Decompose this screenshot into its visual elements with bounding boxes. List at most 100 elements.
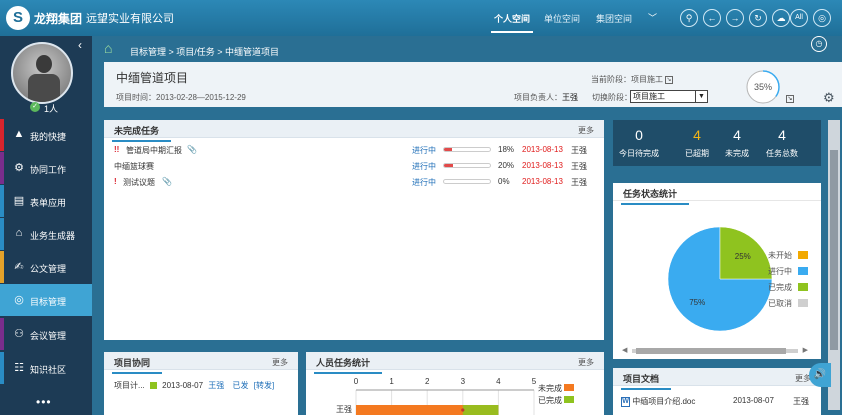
form-icon bbox=[149, 382, 157, 390]
sidebar-collapse-icon[interactable]: ‹ bbox=[78, 38, 82, 52]
help-icon[interactable]: ◎ bbox=[813, 9, 831, 27]
home-icon[interactable]: ⌂ bbox=[104, 40, 120, 56]
expand-icon[interactable]: ↘ bbox=[665, 75, 673, 84]
task-name[interactable]: 管道局中期汇报 bbox=[126, 145, 182, 156]
back-icon[interactable]: ← bbox=[703, 9, 721, 27]
page-title: 中缅管道项目 bbox=[116, 71, 189, 85]
bar-marker bbox=[461, 408, 465, 412]
tab-unit-space[interactable]: 单位空间 bbox=[544, 12, 580, 25]
avatar[interactable] bbox=[11, 42, 73, 104]
tab-more-chevron-icon[interactable]: ﹀ bbox=[648, 11, 657, 24]
task-status: 进行中 bbox=[412, 162, 436, 171]
sidebar: ‹ ✓ 1人 ▲ 我的快捷 ⚙ 协同工作 ▤ 表单应用 ⌂ 业务生成器 ✍ 公文… bbox=[0, 36, 92, 415]
cloud-icon[interactable]: ☁ bbox=[772, 9, 790, 27]
doc-name[interactable]: 中缅项目介绍.doc bbox=[632, 397, 695, 406]
stage-select-value: 项目施工 bbox=[633, 92, 665, 101]
list-item[interactable]: 项目计... 2013-08-07 王强 已发 [转发] bbox=[114, 380, 274, 391]
sidebar-item-label: 我的快捷 bbox=[30, 132, 67, 142]
panel-header: 未完成任务 更多 bbox=[104, 120, 604, 142]
x-tick-label: 4 bbox=[496, 377, 501, 386]
shortcut-icon: ▲ bbox=[13, 128, 25, 140]
attachment-icon[interactable]: 📎 bbox=[162, 177, 172, 186]
stage-select[interactable]: 项目施工 ▼ bbox=[630, 90, 708, 103]
clock-icon[interactable]: ◷ bbox=[811, 36, 827, 52]
panel-header: 任务状态统计 bbox=[613, 183, 821, 205]
x-tick-label: 5 bbox=[532, 377, 537, 386]
person-task-panel: 人员任务统计 更多 0 1 2 3 4 5 王强 未完成 已完成 bbox=[306, 352, 604, 415]
all-icon[interactable]: All bbox=[790, 9, 808, 27]
legend-label: 已完成 bbox=[538, 395, 562, 405]
refresh-icon[interactable]: ↻ bbox=[749, 9, 767, 27]
progress-expand-icon[interactable]: ↘ bbox=[786, 95, 794, 103]
y-category-label: 王强 bbox=[336, 405, 352, 414]
x-tick-label: 2 bbox=[425, 377, 430, 386]
project-leader-label: 项目负责人： bbox=[514, 93, 562, 102]
stat-value: 4 bbox=[778, 127, 786, 143]
legend-swatch-completed bbox=[798, 283, 808, 291]
collab-owner[interactable]: 王强 bbox=[208, 381, 224, 390]
table-row[interactable]: !! 管道局中期汇报 📎 进行中 18% 2013-08-13 王强 bbox=[104, 141, 604, 157]
sidebar-item-goals[interactable]: ◎ 目标管理 bbox=[0, 284, 92, 316]
sidebar-item-knowledge[interactable]: ☷ 知识社区 bbox=[0, 352, 92, 384]
online-count[interactable]: 1人 bbox=[44, 102, 58, 115]
business-icon: ⌂ bbox=[15, 227, 23, 239]
stat-total[interactable]: 4 任务总数 bbox=[756, 126, 808, 159]
forward-link[interactable]: [转发] bbox=[254, 381, 274, 390]
tab-group-space[interactable]: 集团空间 bbox=[596, 12, 632, 25]
horizontal-scrollbar[interactable]: ◀ ▶ bbox=[622, 346, 808, 356]
task-stats: 0 今日待完成 4 已超期 4 未完成 4 任务总数 bbox=[613, 120, 821, 166]
collab-name[interactable]: 项目计... bbox=[114, 381, 145, 390]
project-period-value: 2013-02-28—2015-12-29 bbox=[156, 93, 246, 102]
scroll-right-icon[interactable]: ▶ bbox=[803, 346, 808, 354]
sidebar-more-icon[interactable]: ••• bbox=[36, 395, 52, 409]
sidebar-item-business-builder[interactable]: ⌂ 业务生成器 bbox=[0, 218, 92, 250]
sidebar-item-documents[interactable]: ✍ 公文管理 bbox=[0, 251, 92, 283]
speaker-icon[interactable]: 🔊 bbox=[809, 363, 831, 387]
task-name[interactable]: 测试议题 bbox=[123, 177, 155, 188]
more-link[interactable]: 更多 bbox=[578, 357, 594, 368]
company-name[interactable]: 远望实业有限公司 bbox=[86, 10, 174, 26]
panel-title: 任务状态统计 bbox=[620, 189, 690, 205]
task-date: 2013-08-13 bbox=[522, 177, 563, 186]
legend-swatch-in-progress bbox=[798, 267, 808, 275]
collab-date: 2013-08-07 bbox=[162, 381, 204, 390]
task-name[interactable]: 中缅篮球赛 bbox=[114, 161, 154, 172]
table-row[interactable]: ! 测试议题 📎 进行中 0% 2013-08-13 王强 bbox=[104, 173, 604, 189]
legend-swatch-not-started bbox=[798, 251, 808, 259]
task-owner[interactable]: 王强 bbox=[571, 161, 587, 172]
person-task-chart: 0 1 2 3 4 5 王强 未完成已完成 bbox=[336, 377, 574, 415]
list-item[interactable]: W 中缅项目介绍.doc 2013-08-07 王强 bbox=[621, 396, 809, 407]
breadcrumb-path[interactable]: 目标管理 > 项目/任务 > 中缅管道项目 bbox=[130, 45, 279, 58]
task-status: 进行中 bbox=[412, 146, 436, 155]
task-status-pie: 75% 25% bbox=[667, 226, 773, 332]
more-link[interactable]: 更多 bbox=[272, 357, 288, 368]
sidebar-item-forms[interactable]: ▤ 表单应用 bbox=[0, 185, 92, 217]
scroll-thumb[interactable] bbox=[636, 348, 786, 354]
tab-personal-space[interactable]: 个人空间 bbox=[490, 12, 534, 33]
gear-icon[interactable]: ⚙ bbox=[823, 90, 835, 106]
more-link[interactable]: 更多 bbox=[578, 125, 594, 136]
task-owner[interactable]: 王强 bbox=[571, 177, 587, 188]
legend-swatch bbox=[564, 384, 574, 391]
word-file-icon: W bbox=[621, 396, 630, 407]
stat-today[interactable]: 0 今日待完成 bbox=[613, 126, 665, 159]
knowledge-icon: ☷ bbox=[14, 362, 24, 374]
table-row[interactable]: 中缅篮球赛 进行中 20% 2013-08-13 王强 bbox=[104, 157, 604, 173]
scroll-thumb[interactable] bbox=[830, 150, 838, 350]
sidebar-item-label: 会议管理 bbox=[30, 331, 67, 341]
sidebar-item-label: 业务生成器 bbox=[30, 231, 76, 241]
panel-header: 项目协同 更多 bbox=[104, 352, 298, 374]
sidebar-item-collaboration[interactable]: ⚙ 协同工作 bbox=[0, 152, 92, 184]
x-tick-label: 3 bbox=[461, 377, 466, 386]
scroll-left-icon[interactable]: ◀ bbox=[622, 346, 627, 354]
forward-icon[interactable]: → bbox=[726, 9, 744, 27]
sidebar-item-meetings[interactable]: ⚇ 会议管理 bbox=[0, 318, 92, 350]
task-owner[interactable]: 王强 bbox=[571, 145, 587, 156]
attachment-icon[interactable]: 📎 bbox=[187, 145, 197, 154]
top-bar: S 龙翔集团 远望实业有限公司 个人空间 单位空间 集团空间 ﹀ ⚲ ← → ↻… bbox=[0, 0, 842, 36]
doc-owner[interactable]: 王强 bbox=[793, 396, 813, 407]
target-icon: ◎ bbox=[14, 294, 24, 306]
task-date: 2013-08-13 bbox=[522, 161, 563, 170]
sidebar-item-shortcuts[interactable]: ▲ 我的快捷 bbox=[0, 119, 92, 151]
search-icon[interactable]: ⚲ bbox=[680, 9, 698, 27]
